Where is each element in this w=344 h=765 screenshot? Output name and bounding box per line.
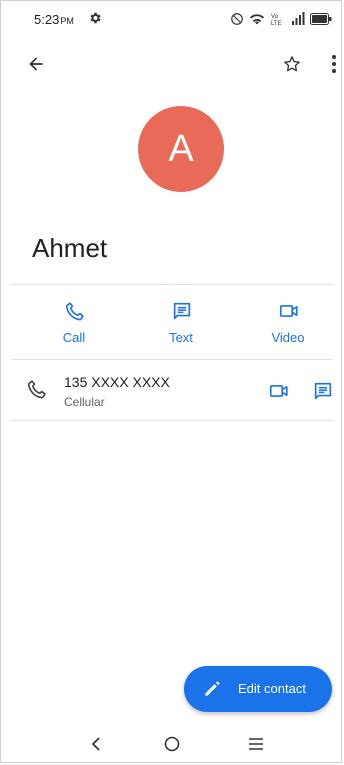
pencil-icon [202,679,222,699]
volte-icon: Vo LTE [270,12,286,26]
system-nav-bar [0,724,344,764]
phone-type: Cellular [64,395,105,409]
recents-nav-icon[interactable] [244,732,268,756]
contact-actions: Call Text Video [12,286,332,358]
video-icon[interactable] [268,380,290,402]
phone-entry-row[interactable]: 135 XXXX XXXX Cellular [12,360,332,420]
video-icon [278,300,300,322]
svg-text:Vo: Vo [271,14,279,20]
status-time-value: 5:23 [34,12,60,27]
divider [12,420,332,421]
message-icon[interactable] [312,380,334,402]
nfc-icon [230,12,244,26]
phone-number: 135 XXXX XXXX [64,374,170,390]
call-action[interactable]: Call [34,286,114,358]
status-ampm: PM [60,16,74,26]
home-nav-icon[interactable] [160,732,184,756]
more-vert-icon[interactable] [322,52,344,76]
phone-icon [26,378,48,400]
text-action[interactable]: Text [141,286,221,358]
video-label: Video [271,330,305,345]
contact-name: Ahmet [32,233,108,263]
text-label: Text [169,330,193,345]
star-outline-icon[interactable] [280,52,304,76]
status-bar: 5:23PM Vo LTE [0,0,344,38]
back-nav-icon[interactable] [84,732,108,756]
battery-icon [310,13,332,25]
status-time: 5:23PM [34,12,74,27]
contact-avatar: A [138,106,224,192]
edit-contact-button[interactable]: Edit contact [184,666,332,712]
arrow-left-icon[interactable] [24,52,48,76]
video-action[interactable]: Video [248,286,328,358]
divider [12,284,332,285]
settings-icon [88,11,102,25]
status-icons: Vo LTE [230,11,332,27]
call-label: Call [62,330,86,345]
phone-icon [64,300,86,322]
svg-text:LTE: LTE [271,21,282,26]
wifi-icon [249,12,265,26]
app-bar [0,44,344,84]
message-icon [171,300,193,322]
edit-contact-label: Edit contact [238,681,306,696]
signal-icon [291,12,305,26]
